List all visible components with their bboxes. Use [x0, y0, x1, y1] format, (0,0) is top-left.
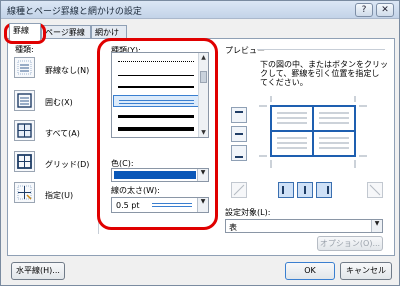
box-border-icon[interactable] — [14, 90, 35, 111]
right-border-icon[interactable] — [316, 182, 332, 198]
bottom-border-icon[interactable] — [231, 145, 247, 161]
highlight-frame-style — [97, 38, 218, 230]
inside-horizontal-border-icon[interactable] — [231, 126, 247, 142]
tab-borders[interactable]: 罫線 — [9, 23, 41, 40]
no-border-label: 罫線なし(N) — [45, 66, 90, 75]
custom-border-label: 指定(U) — [45, 191, 74, 200]
apply-to-value: 表 — [229, 223, 237, 232]
left-border-icon[interactable] — [278, 182, 294, 198]
no-border-icon[interactable] — [14, 57, 35, 78]
apply-to-label: 設定対象(L): — [225, 208, 271, 217]
dialog-window: 線種とページ罫線と網かけの設定 ? ✕ 罫線 ページ罫線 網かけ 種類: 罫線な… — [0, 0, 400, 286]
ok-button[interactable]: OK — [285, 262, 335, 280]
grid-border-label: グリッド(D) — [45, 160, 90, 169]
grid-border-icon[interactable] — [14, 151, 35, 172]
preview-instruction-3: てください。 — [260, 78, 308, 87]
setting-header: 種類: — [15, 45, 34, 54]
top-border-icon[interactable] — [231, 107, 247, 123]
help-button[interactable]: ? — [355, 3, 373, 17]
options-button[interactable]: オプション(O)... — [317, 236, 383, 251]
inside-vertical-border-icon[interactable] — [297, 182, 313, 198]
preview-rule — [257, 49, 385, 50]
custom-border-icon[interactable] — [14, 182, 35, 203]
preview-label: プレビュー — [225, 46, 265, 55]
preview-diagram[interactable] — [259, 96, 367, 168]
horizontal-line-button[interactable]: 水平線(H)... — [11, 262, 65, 280]
cancel-button[interactable]: キャンセル — [340, 262, 392, 280]
chevron-down-icon[interactable]: ▼ — [371, 220, 382, 232]
all-borders-label: すべて(A) — [45, 129, 80, 138]
tab-shading[interactable]: 網かけ — [91, 25, 127, 39]
all-borders-icon[interactable] — [14, 120, 35, 141]
title-bar: 線種とページ罫線と網かけの設定 ? ✕ — [1, 1, 399, 19]
dialog-title: 線種とページ罫線と網かけの設定 — [7, 7, 142, 17]
apply-to-select[interactable]: 表 ▼ — [225, 219, 383, 233]
diagonal-up-border-icon[interactable] — [367, 182, 383, 198]
diagonal-down-border-icon[interactable] — [231, 182, 247, 198]
box-border-label: 囲む(X) — [45, 98, 73, 107]
tab-page-borders[interactable]: ページ罫線 — [41, 25, 91, 39]
close-button[interactable]: ✕ — [376, 3, 394, 17]
